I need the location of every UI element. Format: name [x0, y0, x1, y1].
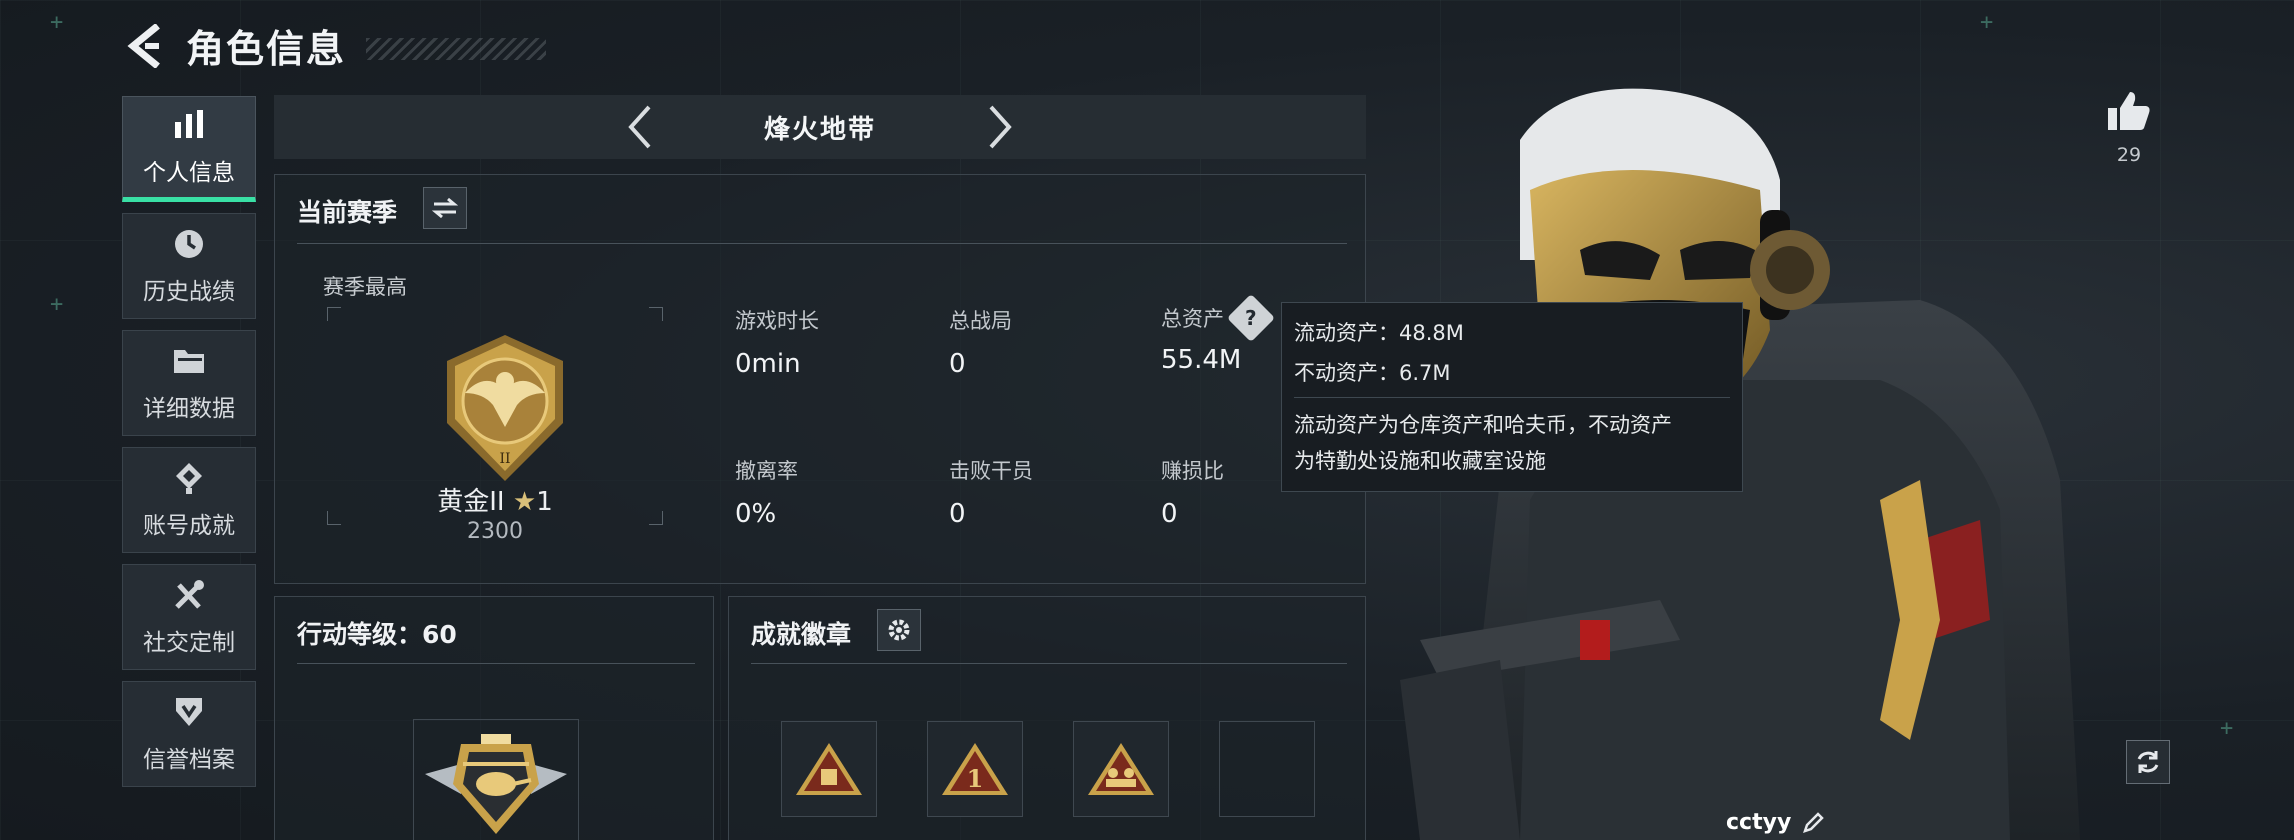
back-arrow-icon: [127, 23, 160, 68]
bar-chart-icon: [171, 107, 207, 143]
grid-marker-icon: +: [50, 10, 64, 35]
title-decoration: [366, 37, 547, 60]
helicopter-badge-icon: [425, 734, 567, 834]
like-button[interactable]: 29: [2104, 90, 2154, 166]
achievement-badge-icon: [171, 460, 207, 496]
season-title: 当前赛季: [297, 198, 398, 227]
star-icon: ★: [512, 487, 537, 517]
season-panel: 当前赛季 赛季最高 II 黄金II ★1 2300 游戏时长 0min 总战局 …: [274, 174, 1366, 584]
swap-arrows-icon: [432, 197, 458, 219]
chevron-left-icon: [628, 105, 651, 149]
page-title: 角色信息: [186, 27, 347, 71]
stat-profit-loss-ratio: 赚损比 0: [1161, 459, 1224, 529]
liquid-assets: 流动资产：48.8M: [1294, 321, 1464, 345]
previous-mode-button[interactable]: [614, 101, 666, 153]
number-one-medal-icon: 1: [942, 743, 1008, 795]
folder-icon: [171, 343, 207, 379]
divider: [297, 243, 1347, 244]
rotate-character-button[interactable]: [2126, 740, 2170, 784]
grid-marker-icon: +: [1980, 10, 1994, 35]
crate-medal-icon: [796, 743, 862, 795]
wrench-screwdriver-icon: [171, 577, 207, 613]
sidebar-item-social[interactable]: 社交定制: [122, 564, 256, 670]
like-count: 29: [2116, 144, 2142, 166]
sidebar-item-credit[interactable]: 信誉档案: [122, 681, 256, 787]
svg-text:1: 1: [967, 764, 984, 793]
frame-corner: [649, 307, 663, 321]
divider: [751, 663, 1347, 664]
refresh-rotate-icon: [2137, 751, 2159, 773]
credit-shield-icon: [171, 694, 207, 730]
stat-operators-defeated: 击败干员 0: [949, 459, 1033, 529]
next-mode-button[interactable]: [974, 101, 1026, 153]
mode-title: 烽火地带: [763, 114, 876, 145]
mode-switcher: 烽火地带: [274, 95, 1366, 159]
sidebar-item-label: 历史战绩: [143, 279, 235, 305]
fixed-assets: 不动资产：6.7M: [1294, 361, 1451, 385]
achievement-badge-slot[interactable]: [1073, 721, 1169, 817]
frame-corner: [327, 307, 341, 321]
sidebar-item-history[interactable]: 历史战绩: [122, 213, 256, 319]
sidebar-item-label: 详细数据: [143, 396, 235, 422]
switch-season-button[interactable]: [423, 187, 467, 229]
assets-description-line2: 为特勤处设施和收藏室设施: [1294, 449, 1546, 473]
grid-marker-icon: +: [50, 292, 64, 317]
action-level-panel: 行动等级：60: [274, 596, 714, 840]
grid-marker-icon: +: [2220, 716, 2234, 741]
player-name: cctyy: [1726, 810, 1792, 835]
total-assets-tooltip: 流动资产：48.8M 不动资产：6.7M 流动资产为仓库资产和哈夫币，不动资产 …: [1281, 302, 1743, 492]
stat-total-matches: 总战局 0: [949, 309, 1012, 379]
achievement-badge-empty-slot[interactable]: [1219, 721, 1315, 817]
action-level-emblem: [413, 719, 579, 840]
sidebar-item-detailed-data[interactable]: 详细数据: [122, 330, 256, 436]
back-button[interactable]: [124, 22, 166, 70]
achievements-title: 成就徽章: [751, 620, 852, 649]
gear-icon: [888, 619, 910, 641]
achievement-badge-slot[interactable]: 1: [927, 721, 1023, 817]
thumbs-up-icon: [2108, 92, 2150, 130]
stat-extraction-rate: 撤离率 0%: [735, 459, 798, 529]
rank-gold-eagle-icon: II: [447, 335, 563, 481]
sidebar-item-label: 个人信息: [143, 160, 235, 186]
svg-text:II: II: [499, 451, 510, 467]
chevron-right-icon: [989, 105, 1012, 149]
divider: [1294, 397, 1730, 398]
sidebar-item-achievements[interactable]: 账号成就: [122, 447, 256, 553]
history-clock-icon: [171, 226, 207, 262]
achievement-badge-slot[interactable]: [781, 721, 877, 817]
sidebar-item-personal-info[interactable]: 个人信息: [122, 96, 256, 202]
player-name-tag: cctyy: [1726, 810, 1825, 835]
achievement-badges-panel: 成就徽章 1: [728, 596, 1366, 840]
edit-pencil-icon[interactable]: [1801, 811, 1825, 835]
stat-play-time: 游戏时长 0min: [735, 309, 819, 379]
rank-name: 黄金II ★1: [437, 487, 553, 517]
rank-score: 2300: [467, 519, 523, 544]
assets-description-line1: 流动资产为仓库资产和哈夫币，不动资产: [1294, 413, 1672, 437]
season-best-label: 赛季最高: [323, 275, 407, 299]
action-level-title: 行动等级：60: [297, 620, 457, 649]
sidebar-item-label: 社交定制: [143, 630, 235, 656]
sidebar-item-label: 账号成就: [143, 513, 235, 539]
divider: [297, 663, 695, 664]
badge-settings-button[interactable]: [877, 609, 921, 651]
page-header: 角色信息: [124, 18, 547, 73]
squad-medal-icon: [1088, 743, 1154, 795]
help-icon[interactable]: ?: [1226, 293, 1276, 343]
sidebar-nav: 个人信息 历史战绩 详细数据 账号成就 社交定制 信誉档案: [122, 96, 256, 798]
stat-total-assets: 总资产 ? 55.4M: [1161, 293, 1276, 375]
sidebar-item-label: 信誉档案: [143, 747, 235, 773]
